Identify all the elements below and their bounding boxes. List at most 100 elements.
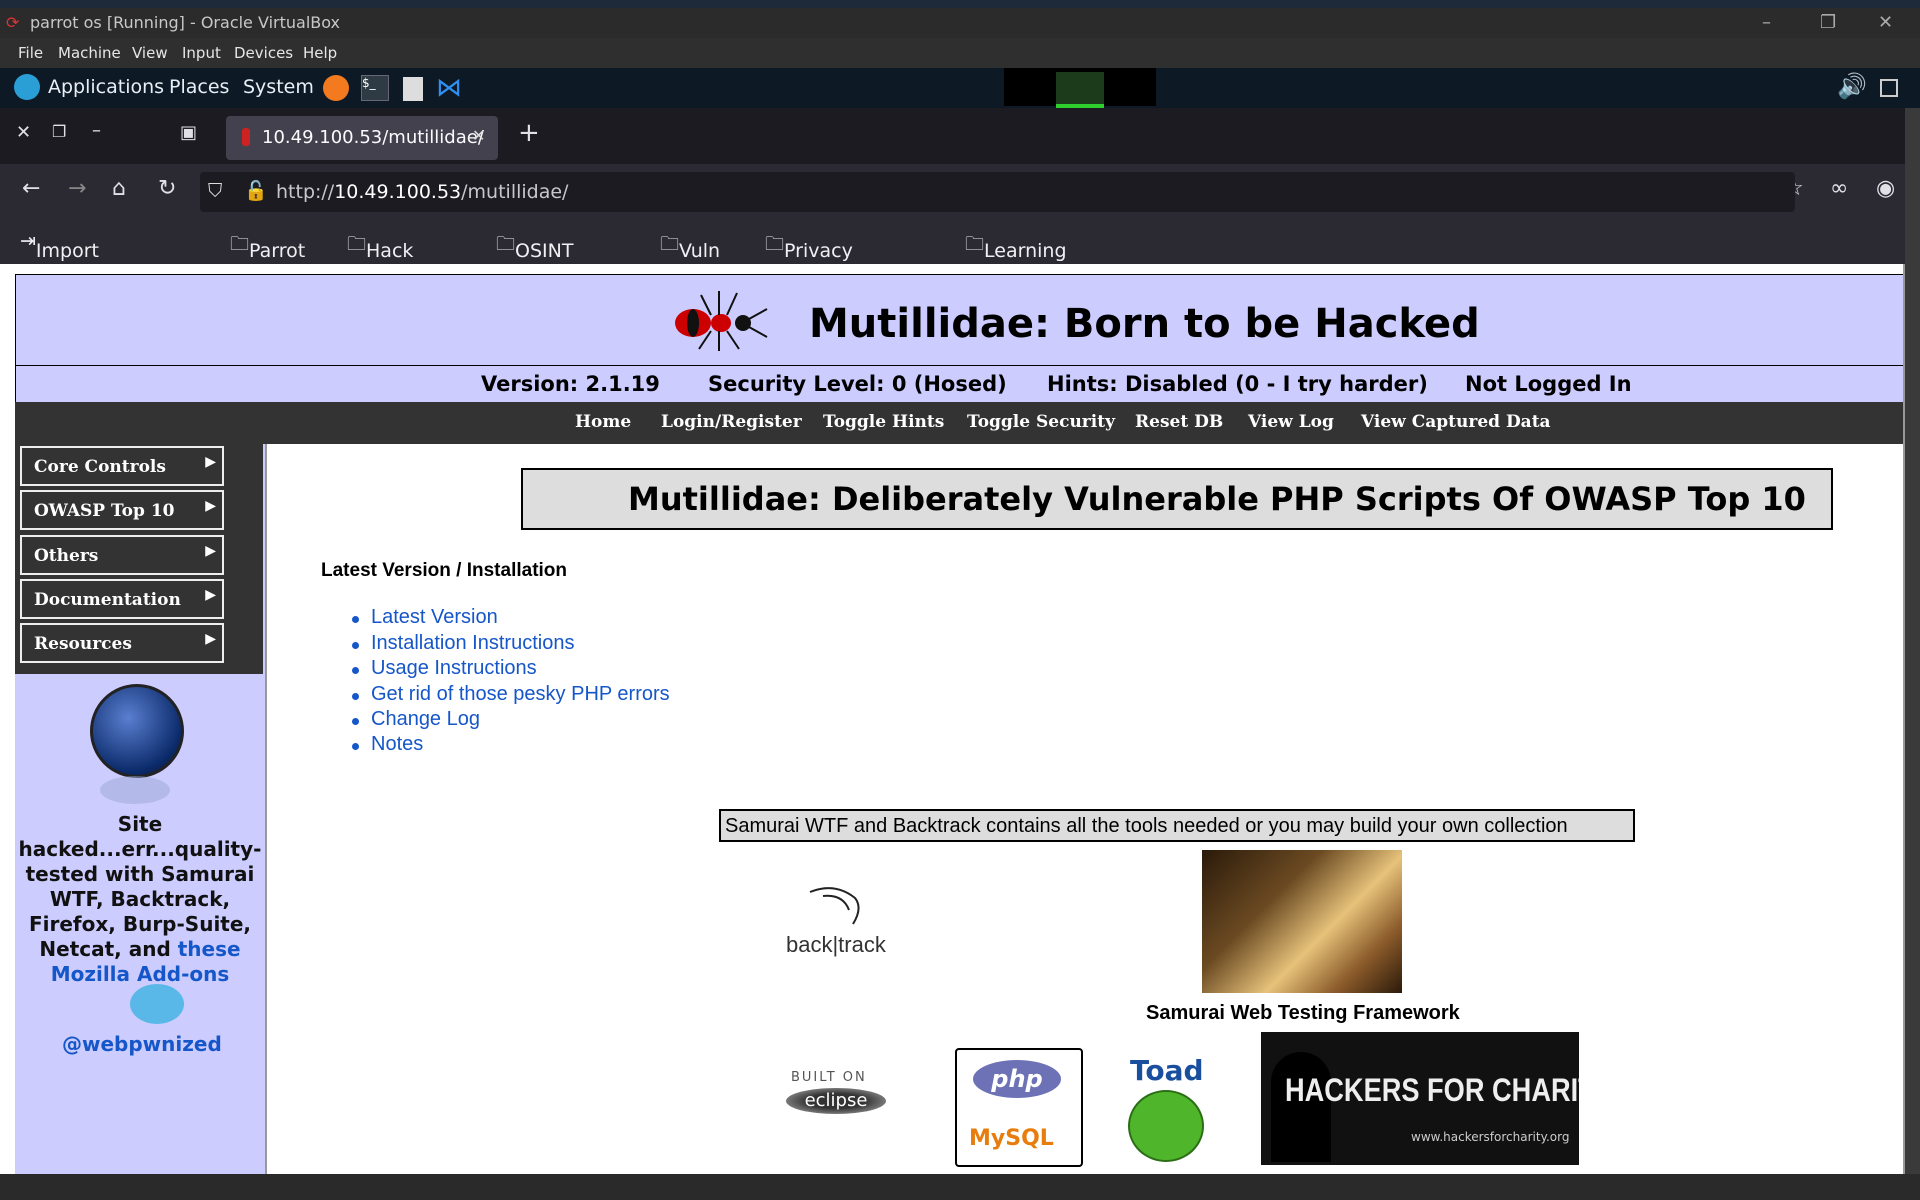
restore-window-icon[interactable]: ❐: [52, 122, 66, 141]
new-tab-icon[interactable]: +: [518, 118, 540, 148]
nav-view-captured-data[interactable]: View Captured Data: [1361, 412, 1551, 432]
menu-view[interactable]: View: [132, 44, 168, 62]
vscode-icon[interactable]: ⋈: [436, 73, 462, 103]
app-icon[interactable]: [403, 77, 423, 101]
link-change-log[interactable]: Change Log: [371, 708, 480, 731]
arrow-right-icon: ▶: [205, 631, 216, 647]
tab-list-icon[interactable]: ▣: [180, 122, 197, 143]
menu-documentation[interactable]: Documentation ▶: [20, 579, 224, 619]
browser-tab[interactable]: 10.49.100.53/mutillidae/ ✕: [226, 116, 498, 160]
version-label: Version: 2.1.19: [481, 372, 660, 396]
menu-label: Resources: [34, 634, 132, 654]
nav-toggle-hints[interactable]: Toggle Hints: [823, 412, 944, 432]
panel-places[interactable]: Places: [169, 76, 229, 98]
insecure-lock-icon[interactable]: 🔓: [244, 179, 268, 202]
nav-home[interactable]: Home: [575, 412, 631, 432]
arrow-right-icon: ▶: [205, 543, 216, 559]
link-usage[interactable]: Usage Instructions: [371, 657, 537, 680]
main-title-box: Mutillidae: Deliberately Vulnerable PHP …: [521, 468, 1833, 530]
owasp-logo-icon[interactable]: [90, 684, 184, 778]
firefox-icon[interactable]: [323, 75, 349, 101]
eclipse-logo[interactable]: BUILT ON eclipse: [786, 1064, 896, 1124]
url-bar[interactable]: ⛉ 🔓 http://10.49.100.53/mutillidae/: [200, 172, 1795, 212]
browser-scrollbar[interactable]: [1905, 108, 1920, 1174]
menu-file[interactable]: File: [18, 44, 43, 62]
nav-login-register[interactable]: Login/Register: [661, 412, 802, 432]
main-title: Mutillidae: Deliberately Vulnerable PHP …: [628, 480, 1806, 518]
workspace-active[interactable]: [1056, 72, 1104, 108]
php-badge: php: [973, 1060, 1061, 1098]
hints-status: Hints: Disabled (0 - I try harder): [1047, 372, 1428, 396]
hackers-for-charity-logo[interactable]: HACKERS FOR CHARITY www.hackersforcharit…: [1261, 1032, 1579, 1165]
link-notes[interactable]: Notes: [371, 733, 423, 756]
menu-owasp-top-10[interactable]: OWASP Top 10 ▶: [20, 490, 224, 530]
favicon-icon: [242, 128, 250, 146]
samurai-box-text: Samurai WTF and Backtrack contains all t…: [725, 815, 1568, 837]
site-title: Mutillidae: Born to be Hacked: [809, 301, 1480, 347]
bookmark-folder-vulndb[interactable]: 🗀 Vuln DB: [660, 230, 720, 284]
menu-devices[interactable]: Devices: [234, 44, 293, 62]
url-text: http://10.49.100.53/mutillidae/: [276, 181, 568, 203]
samurai-caption: Samurai Web Testing Framework: [1146, 1002, 1460, 1024]
menu-core-controls[interactable]: Core Controls ▶: [20, 446, 224, 486]
menu-label: OWASP Top 10: [34, 501, 175, 521]
bullet: [352, 667, 359, 674]
bookmarks-toolbar: ⇥ Import bookmarks... 🗀 Parrot OS 🗀 Hack…: [0, 220, 1905, 306]
bookmark-folder-htb[interactable]: 🗀 Hack The Box: [347, 230, 413, 306]
arrow-right-icon: ▶: [205, 454, 216, 470]
backtrack-label: back|track: [786, 932, 886, 957]
samurai-image[interactable]: [1202, 850, 1402, 993]
tab-title: 10.49.100.53/mutillidae/: [262, 127, 484, 148]
shield-icon[interactable]: ⛉: [208, 180, 222, 202]
minimize-window-icon[interactable]: –: [92, 120, 101, 141]
toad-logo[interactable]: Toad: [1118, 1054, 1218, 1164]
account-icon[interactable]: ◉: [1876, 176, 1895, 201]
terminal-icon[interactable]: $_: [361, 75, 389, 101]
bookmark-folder-parrot[interactable]: 🗀 Parrot OS: [230, 230, 305, 284]
show-desktop-icon[interactable]: [1880, 79, 1898, 97]
nav-toggle-security[interactable]: Toggle Security: [967, 412, 1115, 432]
section-heading: Latest Version / Installation: [321, 560, 568, 581]
menu-resources[interactable]: Resources ▶: [20, 623, 224, 663]
link-installation[interactable]: Installation Instructions: [371, 632, 574, 655]
bookmark-import[interactable]: ⇥ Import bookmarks...: [20, 230, 159, 284]
menu-machine[interactable]: Machine: [58, 44, 121, 62]
nav-view-log[interactable]: View Log: [1248, 412, 1334, 432]
back-icon[interactable]: ←: [22, 176, 40, 201]
volume-icon[interactable]: 🔊: [1837, 72, 1867, 100]
panel-system[interactable]: System: [243, 76, 314, 98]
home-icon[interactable]: ⌂: [112, 176, 126, 201]
menu-others[interactable]: Others ▶: [20, 535, 224, 575]
security-level: Security Level: 0 (Hosed): [708, 372, 1007, 396]
twitter-handle-link[interactable]: @webpwnized: [62, 1032, 222, 1056]
menu-input[interactable]: Input: [182, 44, 221, 62]
menu-label: Core Controls: [34, 457, 166, 477]
bookmark-folder-learning[interactable]: 🗀 Learning Resources: [965, 230, 1081, 284]
menu-label: Documentation: [34, 590, 181, 610]
status-bar: Version: 2.1.19 Security Level: 0 (Hosed…: [15, 365, 1905, 403]
restore-icon[interactable]: ❐: [1820, 12, 1836, 33]
vbox-titlebar: ⟳ parrot os [Running] - Oracle VirtualBo…: [0, 8, 1920, 38]
forward-icon[interactable]: →: [68, 176, 86, 201]
bullet: [352, 718, 359, 725]
close-window-icon[interactable]: ✕: [16, 122, 31, 143]
top-nav: Home Login/Register Toggle Hints Toggle …: [15, 402, 1905, 444]
panel-applications[interactable]: Applications: [48, 76, 164, 98]
twitter-bird-icon[interactable]: [130, 984, 184, 1024]
bookmark-folder-privacy[interactable]: 🗀 Privacy and Security: [765, 230, 862, 306]
minimize-icon[interactable]: –: [1762, 12, 1771, 33]
parrot-logo-icon[interactable]: [14, 74, 40, 100]
url-host: 10.49.100.53: [334, 181, 462, 203]
backtrack-logo[interactable]: back|track: [770, 884, 910, 964]
link-php-errors[interactable]: Get rid of those pesky PHP errors: [371, 683, 670, 706]
tab-close-icon[interactable]: ✕: [472, 126, 485, 145]
vbox-logo-icon: ⟳: [6, 13, 20, 32]
extension-icon[interactable]: ∞: [1830, 176, 1848, 201]
php-mysql-logo[interactable]: php MySQL: [955, 1048, 1083, 1167]
nav-reset-db[interactable]: Reset DB: [1135, 412, 1223, 432]
close-icon[interactable]: ✕: [1878, 12, 1893, 33]
link-latest-version[interactable]: Latest Version: [371, 606, 498, 629]
menu-help[interactable]: Help: [303, 44, 337, 62]
reload-icon[interactable]: ↻: [158, 176, 176, 201]
bookmark-folder-osint[interactable]: 🗀 OSINT Services: [496, 230, 595, 284]
